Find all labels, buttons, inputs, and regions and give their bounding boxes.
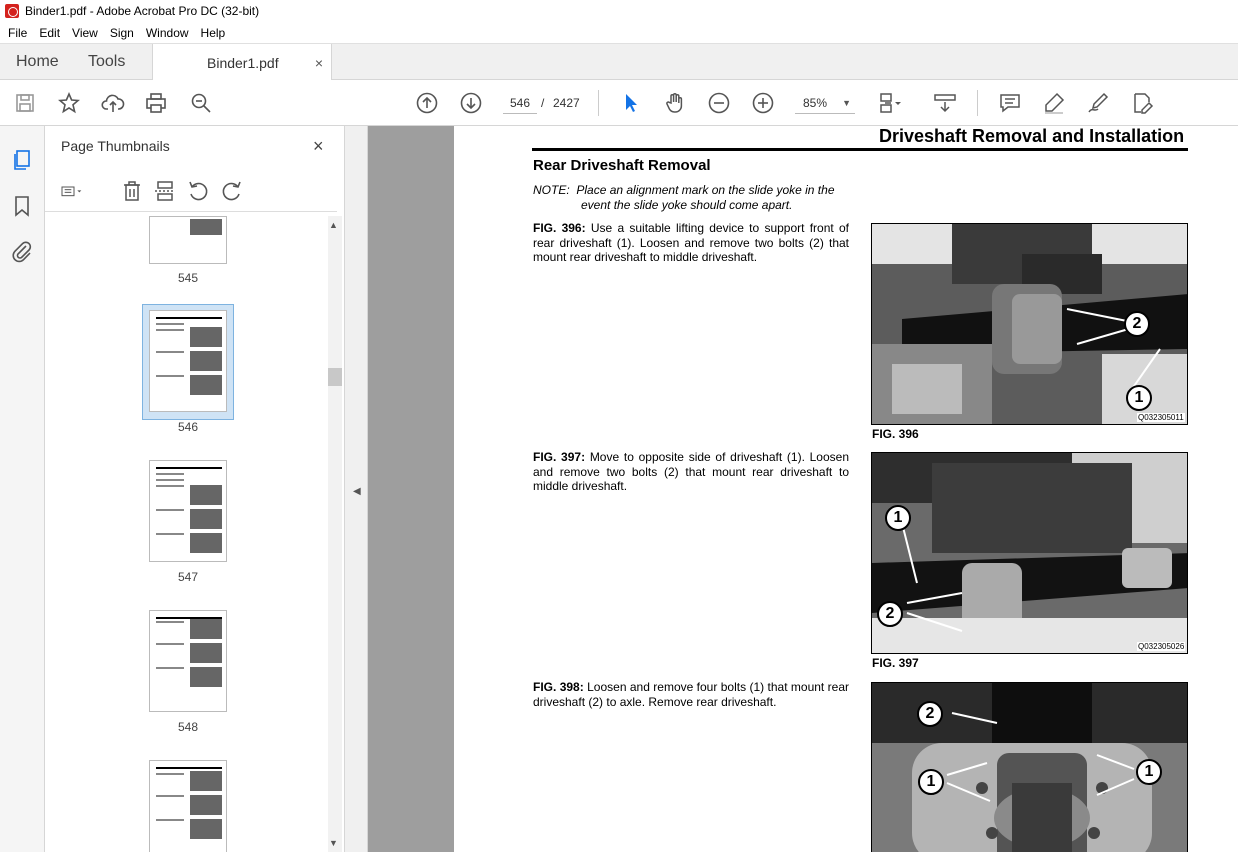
zoom-value: 85% [803,96,828,110]
tab-home[interactable]: Home [16,44,59,80]
callout-2: 2 [877,601,903,627]
navigation-rail [0,126,45,852]
zoom-select[interactable]: 85% ▼ [795,92,855,114]
thumbnail-page-number: 545 [177,271,199,285]
figure-396-caption: FIG. 396 [872,427,919,441]
next-page-icon[interactable] [459,91,483,115]
callout-1: 1 [885,505,911,531]
callout-2: 2 [1124,311,1150,337]
zoom-in-icon[interactable] [751,91,775,115]
callout-1: 1 [918,769,944,795]
section-title: Rear Driveshaft Removal [533,157,711,174]
pdf-page: Driveshaft Removal and Installation Rear… [454,126,1238,852]
header-rule [532,148,1188,151]
thumbnail-toolbar [45,172,337,212]
page-thumbnail[interactable] [149,760,227,852]
figure-397-image [871,452,1188,654]
page-header-title: Driveshaft Removal and Installation [879,126,1185,146]
previous-page-icon[interactable] [415,91,439,115]
total-pages: 2427 [553,96,580,110]
thumbnail-scrollbar[interactable] [328,216,342,852]
scroll-mode-icon[interactable] [933,91,957,115]
page-thumbnail[interactable] [149,610,227,712]
extract-pages-icon[interactable] [153,179,177,203]
page-thumbnail[interactable] [149,216,227,264]
print-icon[interactable] [144,91,168,115]
menu-help[interactable]: Help [195,26,232,40]
title-bar: Binder1.pdf - Adobe Acrobat Pro DC (32-b… [0,0,1238,22]
attachments-paperclip-icon[interactable] [10,239,34,263]
note-label: NOTE: [533,183,570,197]
figure-396-text: FIG. 396: Use a suitable lifting device … [533,221,849,265]
main-toolbar: 546 / 2427 85% ▼ [0,80,1238,126]
fill-sign-icon[interactable] [1086,91,1110,115]
rotate-clockwise-icon[interactable] [220,179,244,203]
figure-id: FIG. 398: [533,680,584,694]
tab-document[interactable]: Binder1.pdf × [152,44,332,81]
thumbnail-page-number: 547 [177,570,199,584]
scroll-up-arrow-icon[interactable]: ▲ [329,220,338,230]
menu-view[interactable]: View [66,26,104,40]
tab-bar: Home Tools Binder1.pdf × [0,43,1238,81]
bookmarks-icon[interactable] [10,194,34,218]
page-thumbnail-selected[interactable] [149,310,227,412]
menu-sign[interactable]: Sign [104,26,140,40]
figure-397-text: FIG. 397: Move to opposite side of drive… [533,450,849,494]
menu-window[interactable]: Window [140,26,195,40]
page-thumbnail[interactable] [149,460,227,562]
comment-icon[interactable] [998,91,1022,115]
thumbnail-list: 545 546 547 548 [45,216,330,852]
delete-trash-icon[interactable] [120,179,144,203]
zoom-search-icon[interactable] [189,91,213,115]
figure-397-caption: FIG. 397 [872,656,919,670]
callout-1: 1 [1136,759,1162,785]
page-separator: / [541,96,545,110]
current-page-input[interactable]: 546 [503,92,537,114]
figure-398-text: FIG. 398: Loosen and remove four bolts (… [533,680,849,709]
menu-file[interactable]: File [2,26,33,40]
panel-collapse-strip[interactable]: ◀ [345,126,368,852]
note-line-2: event the slide yoke should come apart. [581,198,793,212]
thumbnail-scrollbar-thumb[interactable] [328,368,342,386]
page-thumbnails-panel: Page Thumbnails × 545 546 547 548 [45,126,345,852]
highlight-pen-icon[interactable] [1042,91,1066,115]
tab-close-icon[interactable]: × [315,55,323,71]
tab-tools[interactable]: Tools [88,44,125,80]
page-thumbnails-icon[interactable] [10,148,34,172]
figure-code: Q032305026 [1137,642,1186,651]
acrobat-logo-icon [5,4,19,18]
panel-title: Page Thumbnails [61,138,170,154]
thumbnail-options-icon[interactable] [60,179,96,203]
panel-close-icon[interactable]: × [313,136,324,157]
figure-id: FIG. 397: [533,450,586,464]
upload-cloud-icon[interactable] [101,91,125,115]
figure-id: FIG. 396: [533,221,586,235]
menu-edit[interactable]: Edit [33,26,66,40]
toolbar-divider [977,90,978,116]
select-cursor-icon[interactable] [619,91,643,115]
window-title: Binder1.pdf - Adobe Acrobat Pro DC (32-b… [25,4,260,18]
hand-tool-icon[interactable] [663,91,687,115]
thumbnail-page-number: 548 [177,720,199,734]
toolbar-divider [598,90,599,116]
chevron-down-icon: ▼ [842,98,851,108]
thumbnail-page-number: 546 [177,420,199,434]
callout-2: 2 [917,701,943,727]
menu-bar: File Edit View Sign Window Help [0,22,1238,43]
rotate-counterclockwise-icon[interactable] [186,179,210,203]
collapse-left-arrow-icon[interactable]: ◀ [353,486,361,497]
note-text: NOTE: Place an alignment mark on the sli… [533,183,853,198]
callout-1: 1 [1126,385,1152,411]
document-viewport[interactable]: Driveshaft Removal and Installation Rear… [368,126,1238,852]
tab-document-label: Binder1.pdf [207,54,279,71]
page-fit-icon[interactable] [877,91,901,115]
edit-pdf-icon[interactable] [1130,91,1154,115]
save-icon[interactable] [13,91,37,115]
scroll-down-arrow-icon[interactable]: ▼ [329,838,338,848]
zoom-out-icon[interactable] [707,91,731,115]
note-line-1: Place an alignment mark on the slide yok… [576,183,835,197]
figure-code: Q032305011 [1137,413,1185,422]
bookmark-star-icon[interactable] [57,91,81,115]
